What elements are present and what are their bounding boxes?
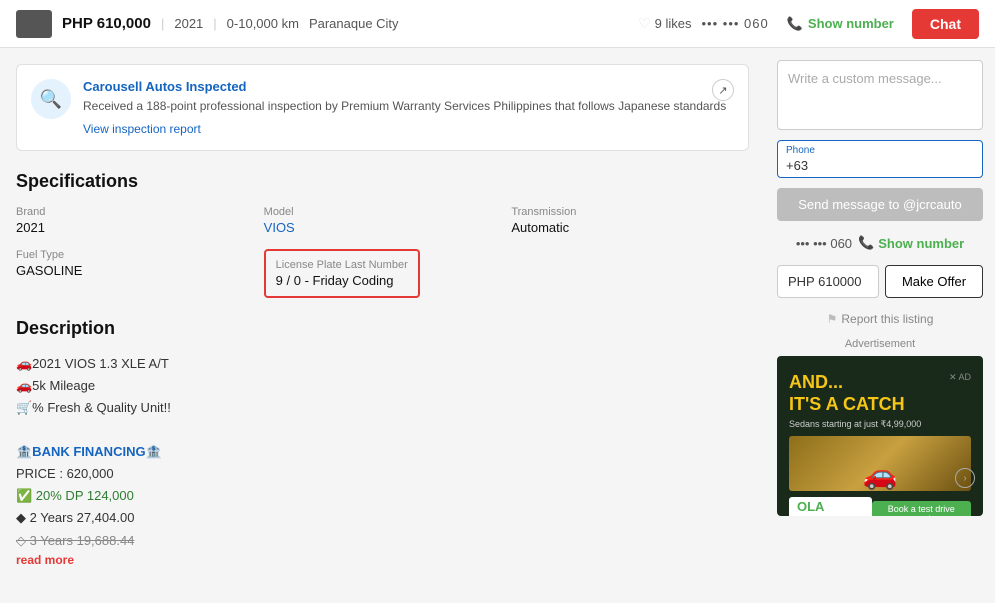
phone-field-group: Phone — [777, 140, 983, 178]
divider-2: | — [213, 16, 216, 31]
desc-line-7: ✅ 20% DP 124,000 — [16, 485, 749, 507]
spec-brand: Brand 2021 — [16, 206, 254, 235]
phone-green-icon: 📞 — [858, 235, 874, 251]
ad-headline-1: AND... IT'S A CATCH — [789, 372, 921, 415]
divider-1: | — [161, 16, 164, 31]
ad-sub: Sedans starting at just ₹4,99,000 — [789, 419, 921, 430]
desc-line-6: PRICE : 620,000 — [16, 463, 749, 485]
brand-label: Brand — [16, 206, 254, 218]
inspection-desc: Received a 188-point professional inspec… — [83, 98, 726, 115]
desc-line-2: 🚗5k Mileage — [16, 375, 749, 397]
read-more-link[interactable]: read more — [16, 553, 74, 567]
brand-value: 2021 — [16, 220, 254, 235]
inspection-title: Carousell Autos Inspected — [83, 79, 726, 94]
sidebar-number-row: ••• ••• 060 📞 Show number — [777, 235, 983, 251]
inspection-icon: 🔍 — [31, 79, 71, 119]
chat-button[interactable]: Chat — [912, 9, 979, 39]
license-label: License Plate Last Number — [276, 259, 408, 271]
inspection-card: 🔍 Carousell Autos Inspected Received a 1… — [16, 64, 749, 151]
sidebar-phone-dots: ••• ••• 060 — [796, 236, 852, 251]
transmission-label: Transmission — [511, 206, 749, 218]
desc-line-1: 🚗2021 VIOS 1.3 XLE A/T — [16, 353, 749, 375]
desc-line-3: 🛒% Fresh & Quality Unit!! — [16, 397, 749, 419]
heart-icon: ♡ — [638, 15, 651, 32]
ad-label: Advertisement — [777, 338, 983, 350]
flag-icon: ⚑ — [827, 312, 838, 326]
desc-line-4 — [16, 419, 749, 441]
description-section: Description 🚗2021 VIOS 1.3 XLE A/T 🚗5k M… — [16, 318, 749, 567]
report-listing[interactable]: ⚑ Report this listing — [777, 312, 983, 326]
transmission-value: Automatic — [511, 220, 749, 235]
model-value: VIOS — [264, 220, 502, 235]
left-content: 🔍 Carousell Autos Inspected Received a 1… — [0, 48, 765, 603]
specifications-section: Specifications Brand 2021 Model VIOS Tra… — [16, 171, 749, 298]
spec-grid: Brand 2021 Model VIOS Transmission Autom… — [16, 206, 749, 298]
spec-model: Model VIOS — [264, 206, 502, 235]
inspection-link[interactable]: View inspection report — [83, 122, 201, 136]
book-test-drive-button[interactable]: Book a test drive now! — [872, 501, 971, 516]
main-layout: 🔍 Carousell Autos Inspected Received a 1… — [0, 48, 995, 603]
message-placeholder: Write a custom message... — [788, 71, 942, 86]
price-display: PHP 610000 — [777, 265, 879, 298]
desc-line-9: ◇ 3 Years 19,688.44 — [16, 530, 749, 552]
phone-icon: 📞 — [787, 16, 803, 32]
send-message-button[interactable]: Send message to @jcrcauto — [777, 188, 983, 221]
listing-year: 2021 — [174, 16, 203, 31]
make-offer-button[interactable]: Make Offer — [885, 265, 983, 298]
specifications-title: Specifications — [16, 171, 749, 192]
show-number-sidebar-button[interactable]: 📞 Show number — [858, 235, 964, 251]
model-label: Model — [264, 206, 502, 218]
fuel-label: Fuel Type — [16, 249, 254, 261]
spec-fuel: Fuel Type GASOLINE — [16, 249, 254, 298]
car-thumbnail — [16, 10, 52, 38]
license-value: 9 / 0 - Friday Coding — [276, 273, 408, 288]
show-number-header-button[interactable]: 📞 Show number — [779, 12, 902, 36]
desc-line-8: ◆ 2 Years 27,404.00 — [16, 507, 749, 529]
fuel-value: GASOLINE — [16, 263, 254, 278]
listing-price: PHP 610,000 — [62, 15, 151, 32]
ad-logo-row: OLA CARS Book a test drive now! — [789, 497, 971, 516]
car-silhouette: 🚗 — [863, 458, 898, 491]
desc-line-5: 🏦BANK FINANCING🏦 — [16, 441, 749, 463]
inspection-info: Carousell Autos Inspected Received a 188… — [83, 79, 726, 136]
spec-transmission: Transmission Automatic — [511, 206, 749, 235]
offer-row: PHP 610000 Make Offer — [777, 265, 983, 298]
listing-location: Paranaque City — [309, 16, 399, 31]
ad-block[interactable]: AND... IT'S A CATCH Sedans starting at j… — [777, 356, 983, 516]
likes-count: ♡ 9 likes — [638, 15, 691, 32]
listing-mileage: 0-10,000 km — [227, 16, 299, 31]
message-box[interactable]: Write a custom message... — [777, 60, 983, 130]
external-link-icon[interactable]: ↗ — [712, 79, 734, 101]
license-plate-box: License Plate Last Number 9 / 0 - Friday… — [264, 249, 420, 298]
right-sidebar: Write a custom message... Phone Send mes… — [765, 48, 995, 603]
phone-field-label: Phone — [786, 145, 974, 156]
ad-close[interactable]: ✕ AD — [949, 372, 971, 383]
header-phone-dots: ••• ••• 060 — [702, 16, 769, 31]
description-title: Description — [16, 318, 749, 339]
ad-car-image: 🚗 — [789, 436, 971, 491]
spec-license: License Plate Last Number 9 / 0 - Friday… — [264, 249, 502, 298]
header-bar: PHP 610,000 | 2021 | 0-10,000 km Paranaq… — [0, 0, 995, 48]
ad-chevron[interactable]: › — [955, 468, 975, 488]
ad-inner: AND... IT'S A CATCH Sedans starting at j… — [777, 356, 983, 516]
phone-input[interactable] — [786, 158, 974, 173]
ola-logo: OLA CARS — [789, 497, 872, 516]
